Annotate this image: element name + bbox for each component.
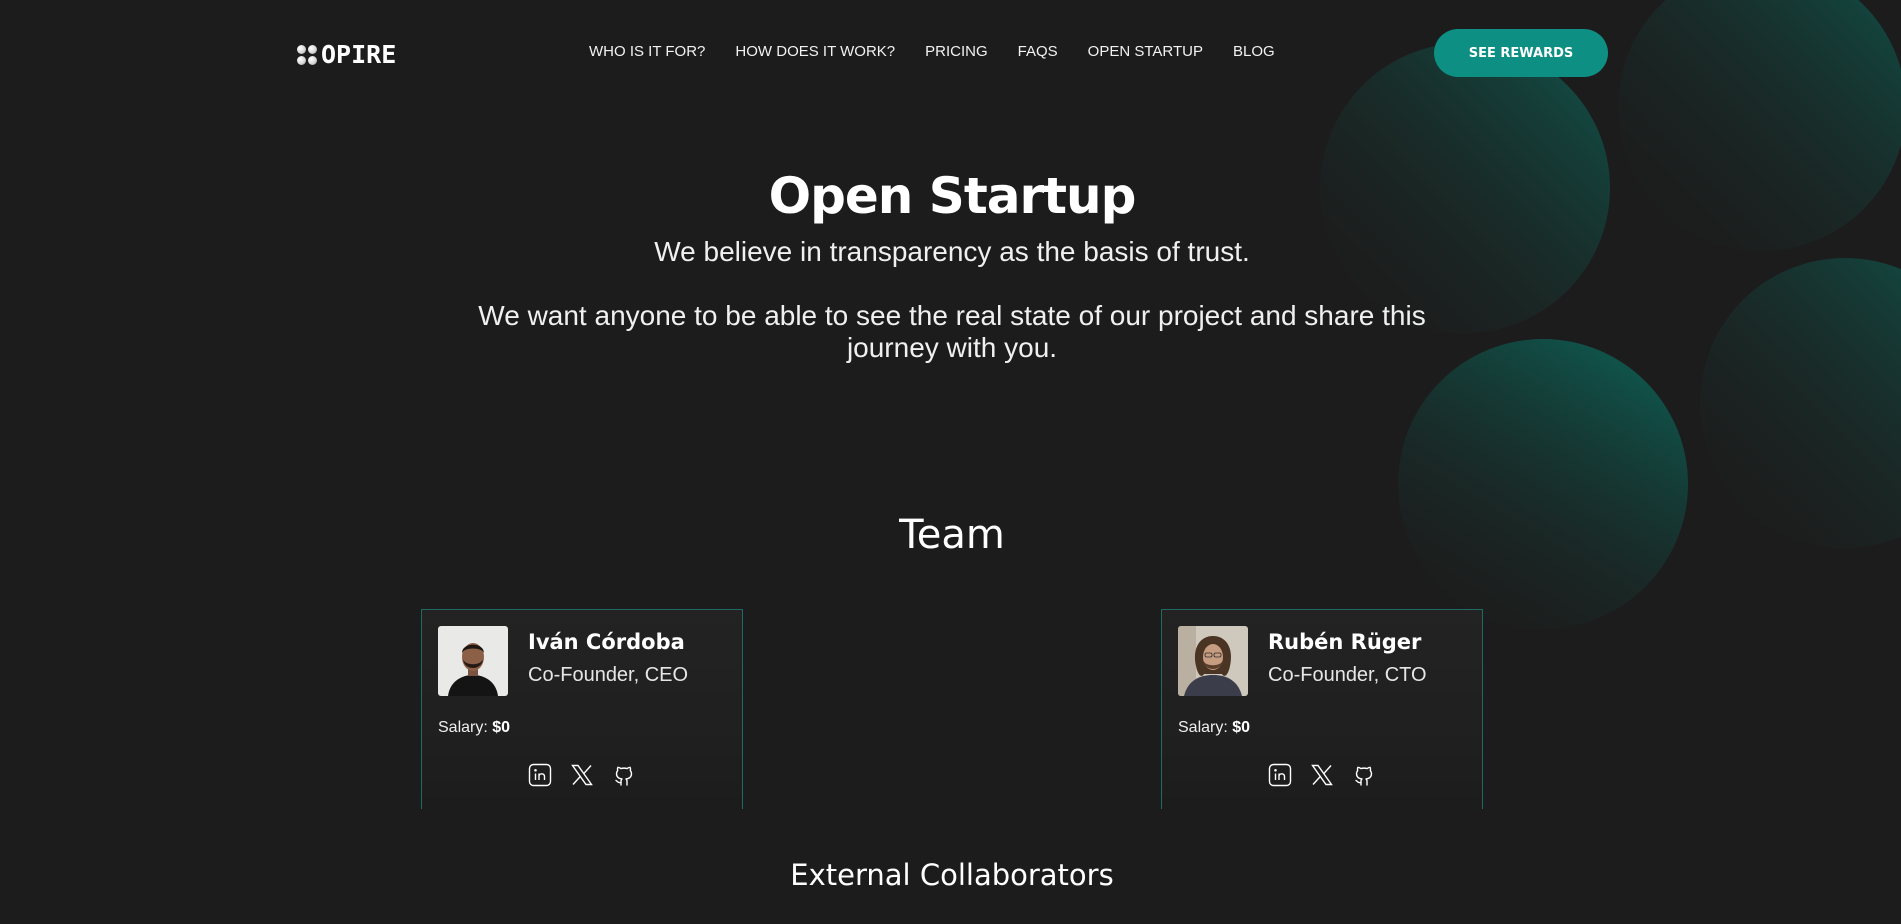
top-navigation: OPIRE WHO IS IT FOR? HOW DOES IT WORK? P…	[0, 0, 1901, 106]
bg-circle	[1700, 258, 1901, 548]
hero-paragraph-journey: We want anyone to be able to see the rea…	[478, 300, 1426, 363]
github-icon[interactable]	[1351, 762, 1377, 788]
nav-link-how-does-it-work[interactable]: HOW DOES IT WORK?	[735, 43, 895, 60]
member-role: Co-Founder, CEO	[528, 664, 689, 686]
nav-link-open-startup[interactable]: OPEN STARTUP	[1088, 43, 1203, 60]
nav-links: WHO IS IT FOR? HOW DOES IT WORK? PRICING…	[589, 43, 1305, 60]
x-icon[interactable]	[1309, 762, 1335, 788]
logo-mark-icon	[297, 44, 317, 65]
x-icon[interactable]	[569, 762, 595, 788]
logo[interactable]: OPIRE	[297, 40, 396, 69]
page-title: Open Startup	[768, 167, 1137, 225]
linkedin-icon[interactable]	[1267, 762, 1293, 788]
avatar	[1178, 626, 1248, 696]
github-icon[interactable]	[611, 762, 637, 788]
social-links	[1267, 762, 1377, 788]
salary-value: $0	[492, 719, 511, 736]
social-links	[527, 762, 637, 788]
team-heading: Team	[899, 512, 1005, 558]
see-rewards-button[interactable]: SEE REWARDS	[1434, 29, 1608, 77]
team-member-card: Rubén Rüger Co-Founder, CTO Salary: $0	[1161, 609, 1483, 809]
hero-paragraph-trust: We believe in transparency as the basis …	[654, 236, 1250, 267]
member-name: Iván Córdoba	[528, 630, 685, 654]
nav-link-faqs[interactable]: FAQS	[1018, 43, 1058, 60]
member-salary: Salary: $0	[1178, 719, 1250, 737]
hero-section: Open Startup We believe in transparency …	[450, 160, 1454, 364]
member-role: Co-Founder, CTO	[1268, 664, 1427, 686]
member-name: Rubén Rüger	[1268, 630, 1422, 654]
background-decoration	[1320, 0, 1901, 629]
nav-link-who-is-it-for[interactable]: WHO IS IT FOR?	[589, 43, 705, 60]
nav-link-pricing[interactable]: PRICING	[925, 43, 988, 60]
avatar	[438, 626, 508, 696]
external-collaborators-heading: External Collaborators	[790, 858, 1114, 892]
bg-circle	[1398, 339, 1688, 629]
linkedin-icon[interactable]	[527, 762, 553, 788]
team-member-card: Iván Córdoba Co-Founder, CEO Salary: $0	[421, 609, 743, 809]
logo-text: OPIRE	[321, 40, 397, 69]
salary-label: Salary:	[1178, 719, 1228, 736]
member-salary: Salary: $0	[438, 719, 510, 737]
salary-value: $0	[1232, 719, 1251, 736]
nav-link-blog[interactable]: BLOG	[1233, 43, 1275, 60]
salary-label: Salary:	[438, 719, 488, 736]
